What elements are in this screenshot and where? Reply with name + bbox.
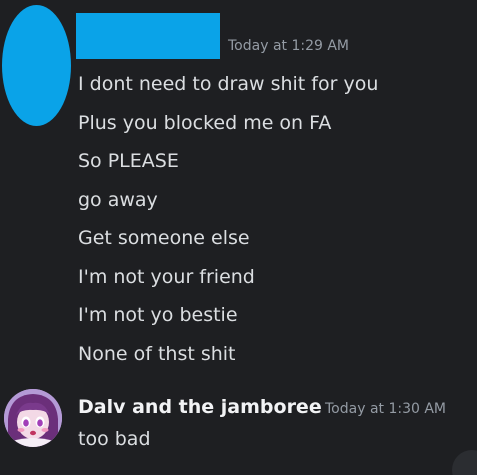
message-line: I'm not your friend <box>78 265 255 288</box>
username[interactable]: Dalv and the jamboree <box>78 396 322 418</box>
message-line: I dont need to draw shit for you <box>78 73 379 95</box>
message-line: So PLEASE <box>78 150 179 172</box>
redacted-avatar <box>2 5 71 126</box>
message-line: None of thst shit <box>78 342 236 365</box>
message2-timestamp: Today at 1:30 AM <box>325 401 447 417</box>
avatar-illustration <box>4 389 62 447</box>
avatar[interactable] <box>4 389 62 447</box>
message-line: Get someone else <box>78 227 250 249</box>
message1-body: I dont need to draw shit for you Plus yo… <box>78 65 378 373</box>
scroll-button[interactable] <box>452 450 477 475</box>
message-line: Plus you blocked me on FA <box>78 111 332 134</box>
redacted-username <box>76 13 220 59</box>
message-line: I'm not yo bestie <box>78 304 238 326</box>
message2-text: too bad <box>78 428 151 450</box>
message-line: go away <box>78 188 158 211</box>
message1-timestamp: Today at 1:29 AM <box>228 38 350 54</box>
